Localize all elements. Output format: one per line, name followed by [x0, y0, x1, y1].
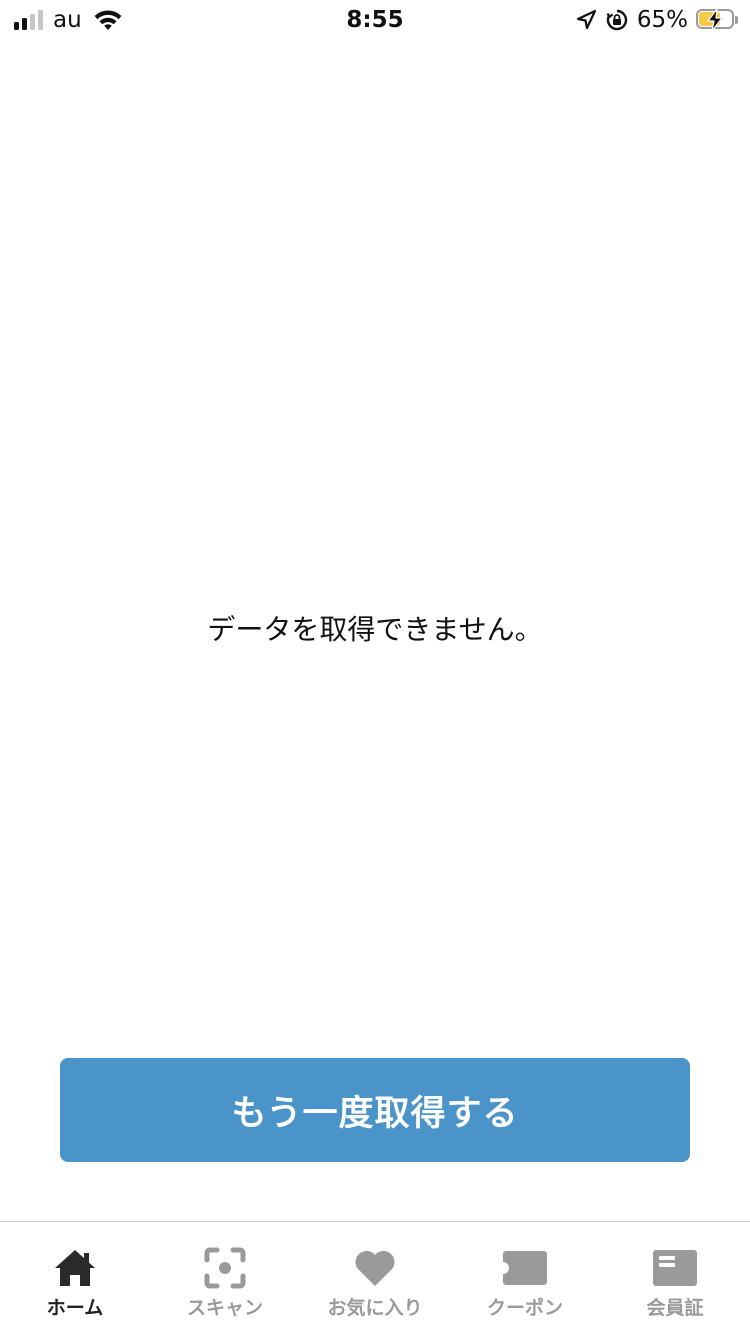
- status-right: 65%: [575, 7, 738, 33]
- tab-bar: ホーム スキャン お気に入り クーポン 会員証: [0, 1221, 750, 1334]
- app-screen: au 8:55 65% データを取得できません。 もう一度取得する ホーム スキ…: [0, 0, 750, 1334]
- member-card-icon: [651, 1246, 699, 1290]
- orientation-lock-icon: [606, 9, 628, 31]
- home-icon: [51, 1246, 99, 1290]
- heart-icon: [351, 1246, 399, 1290]
- ticket-icon: [501, 1246, 549, 1290]
- status-bar: au 8:55 65%: [0, 0, 750, 40]
- tab-home-label: ホーム: [46, 1297, 104, 1319]
- error-message: データを取得できません。: [207, 613, 543, 646]
- location-arrow-icon: [576, 9, 596, 30]
- tab-coupon-label: クーポン: [486, 1297, 563, 1319]
- tab-home[interactable]: ホーム: [0, 1222, 150, 1334]
- retry-button-label: もう一度取得する: [231, 1093, 519, 1134]
- scan-icon: [201, 1246, 249, 1290]
- tab-coupon[interactable]: クーポン: [450, 1222, 600, 1334]
- tab-favorites[interactable]: お気に入り: [300, 1222, 450, 1334]
- retry-button[interactable]: もう一度取得する: [60, 1058, 690, 1162]
- tab-scan-label: スキャン: [186, 1297, 263, 1319]
- tab-scan[interactable]: スキャン: [150, 1222, 300, 1334]
- battery-charging-icon: [696, 8, 738, 32]
- tab-member-card[interactable]: 会員証: [600, 1222, 750, 1334]
- tab-member-card-label: 会員証: [646, 1297, 704, 1319]
- tab-favorites-label: お気に入り: [327, 1297, 423, 1319]
- battery-percent: 65%: [636, 7, 688, 33]
